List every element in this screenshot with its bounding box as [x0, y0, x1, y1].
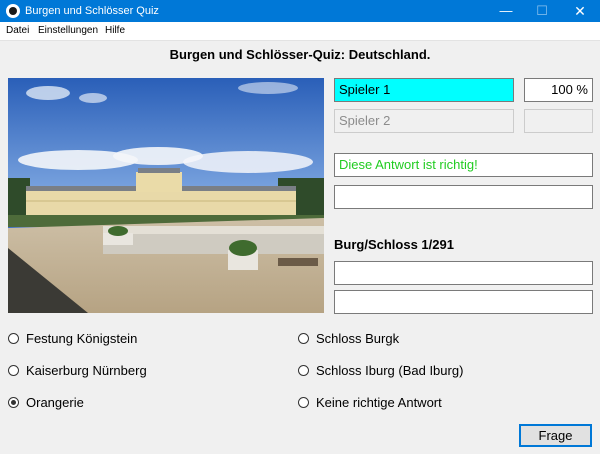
option-label: Schloss Burgk	[316, 331, 400, 346]
option-label: Kaiserburg Nürnberg	[26, 363, 147, 378]
option-label: Orangerie	[26, 395, 84, 410]
player1-name-field[interactable]: Spieler 1	[334, 78, 514, 102]
answer-feedback-field: Diese Antwort ist richtig!	[334, 153, 593, 177]
menu-bar: Datei Einstellungen Hilfe	[0, 22, 600, 41]
radio-button[interactable]	[8, 333, 19, 344]
close-button[interactable]: ✕	[562, 0, 598, 22]
radio-button[interactable]	[8, 365, 19, 376]
info-field-2	[334, 290, 593, 314]
menu-einstellungen[interactable]: Einstellungen	[38, 25, 98, 36]
player2-score-field	[524, 109, 593, 133]
option-label: Schloss Iburg (Bad Iburg)	[316, 363, 464, 378]
castle-counter: Burg/Schloss 1/291	[334, 237, 454, 252]
player1-score-field: 100 %	[524, 78, 593, 102]
radio-button[interactable]	[298, 333, 309, 344]
menu-datei[interactable]: Datei	[6, 25, 29, 36]
minimize-button[interactable]: —	[488, 0, 524, 22]
frage-button[interactable]: Frage	[519, 424, 592, 447]
window-title: Burgen und Schlösser Quiz	[25, 5, 159, 17]
option-label: Keine richtige Antwort	[316, 395, 442, 410]
castle-photo	[8, 78, 324, 313]
maximize-button[interactable]: ☐	[524, 0, 560, 22]
info-field-1	[334, 261, 593, 285]
extra-feedback-field	[334, 185, 593, 209]
player2-name-field[interactable]: Spieler 2	[334, 109, 514, 133]
app-icon	[6, 4, 20, 18]
menu-hilfe[interactable]: Hilfe	[105, 25, 125, 36]
radio-button[interactable]	[298, 365, 309, 376]
title-bar: Burgen und Schlösser Quiz — ☐ ✕	[0, 0, 600, 22]
radio-button[interactable]	[298, 397, 309, 408]
quiz-heading: Burgen und Schlösser-Quiz: Deutschland.	[169, 47, 431, 62]
option-label: Festung Königstein	[26, 331, 138, 346]
radio-button-selected[interactable]	[8, 397, 19, 408]
